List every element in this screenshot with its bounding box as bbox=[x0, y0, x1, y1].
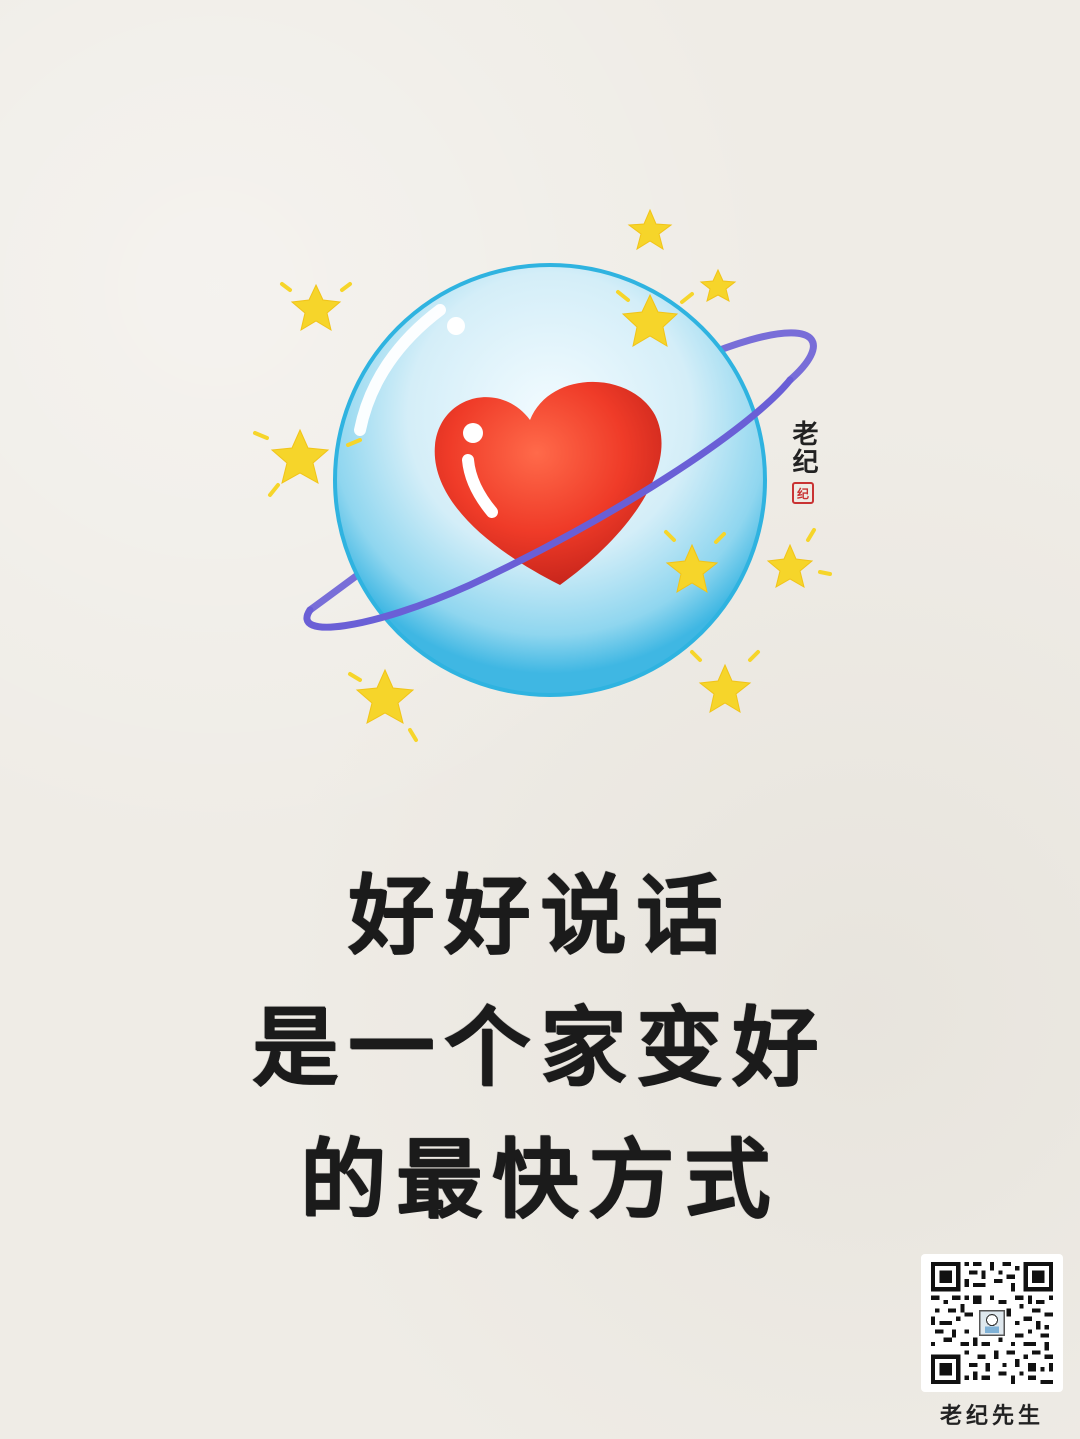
quote-line-1: 好好说话 bbox=[348, 866, 732, 966]
star bbox=[627, 208, 673, 251]
qr-code-pattern bbox=[931, 1262, 1053, 1384]
star bbox=[698, 663, 752, 714]
quote-line-3: 的最快方式 bbox=[300, 1130, 780, 1230]
globe-heart-illustration bbox=[253, 208, 832, 742]
star bbox=[270, 428, 330, 484]
signature-name: 老纪 bbox=[788, 420, 818, 476]
seal-text: 纪 bbox=[796, 486, 809, 501]
qr-caption: 老纪先生 bbox=[939, 1403, 1044, 1429]
star bbox=[290, 283, 342, 332]
quote-line-2: 是一个家变好 bbox=[252, 998, 828, 1098]
artist-signature: 老纪 纪 bbox=[786, 420, 820, 504]
star bbox=[699, 268, 737, 302]
star bbox=[766, 543, 814, 589]
star bbox=[355, 668, 415, 724]
quote-block: 好好说话 是一个家变好 的最快方式 bbox=[0, 850, 1080, 1246]
globe-highlight-dot bbox=[447, 317, 465, 335]
heart-shine-dot bbox=[463, 423, 483, 443]
qr-code[interactable] bbox=[921, 1254, 1063, 1392]
red-seal-stamp: 纪 bbox=[792, 482, 814, 504]
